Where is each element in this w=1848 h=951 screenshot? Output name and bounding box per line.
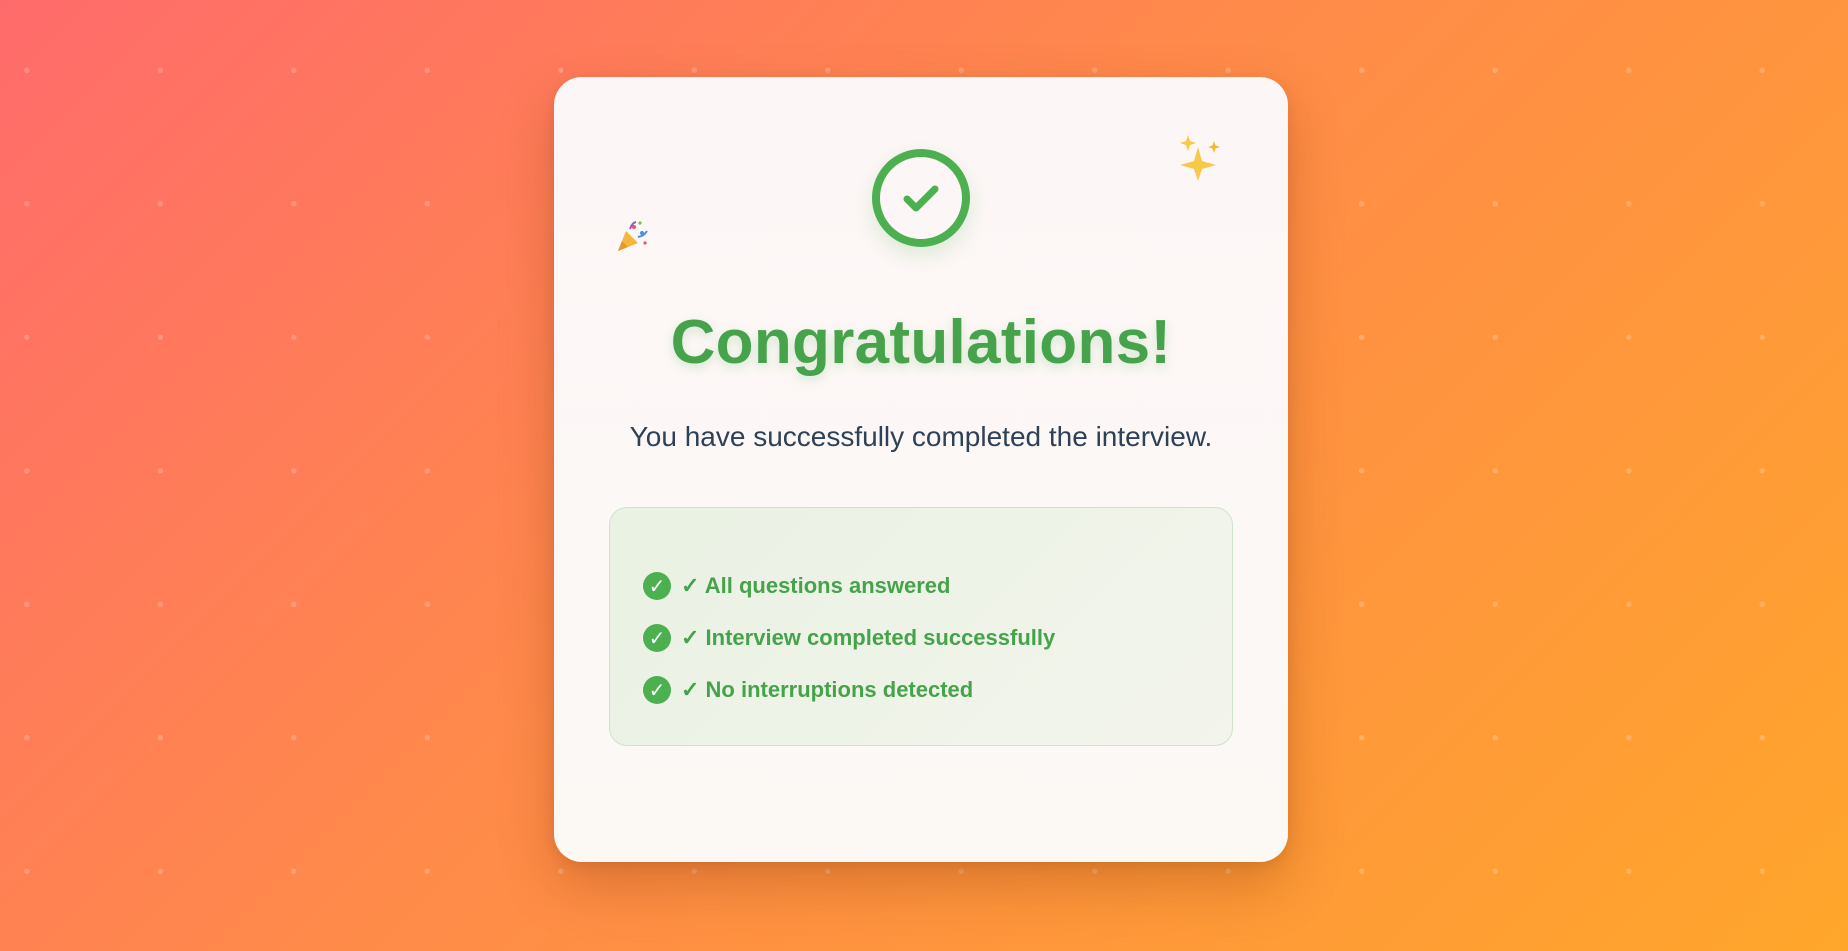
sparkles-icon bbox=[1180, 135, 1220, 181]
checklist-item-label: ✓ All questions answered bbox=[681, 573, 951, 598]
check-icon: ✓ bbox=[643, 624, 671, 652]
party-popper-icon bbox=[618, 221, 648, 251]
check-circle-icon bbox=[872, 149, 970, 247]
check-icon bbox=[903, 185, 939, 212]
checklist-item: ✓ ✓ No interruptions detected bbox=[643, 664, 1232, 716]
check-icon: ✓ bbox=[643, 676, 671, 704]
checklist-item-label: ✓ Interview completed successfully bbox=[681, 625, 1056, 650]
completion-checklist: ✓ ✓ All questions answered ✓ ✓ Interview… bbox=[609, 507, 1233, 746]
checklist-item-label: ✓ No interruptions detected bbox=[681, 677, 974, 702]
check-icon: ✓ bbox=[643, 572, 671, 600]
page-title: Congratulations! bbox=[670, 308, 1172, 377]
completion-message: You have successfully completed the inte… bbox=[629, 421, 1213, 452]
completion-card: Congratulations! You have successfully c… bbox=[554, 77, 1288, 862]
checklist-item: ✓ ✓ Interview completed successfully bbox=[643, 612, 1232, 664]
checklist-item: ✓ ✓ All questions answered bbox=[643, 560, 1232, 612]
